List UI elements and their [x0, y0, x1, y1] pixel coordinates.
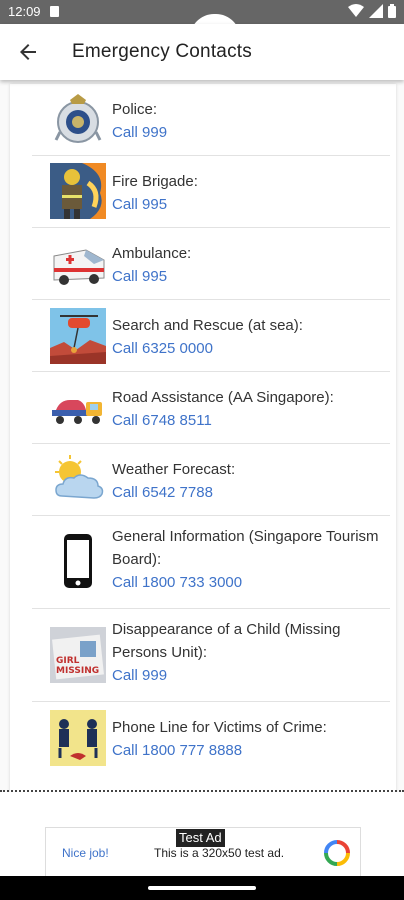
ambulance-icon: [53, 249, 105, 285]
call-link[interactable]: Call 995: [112, 193, 382, 216]
app-bar: Emergency Contacts: [0, 24, 404, 80]
contact-label: Phone Line for Victims of Crime:: [112, 719, 327, 736]
smartphone-icon: [64, 534, 92, 588]
call-link[interactable]: Call 999: [112, 121, 382, 144]
contacts-card: Police: Call 999 Fire Brigade: Call 995: [10, 84, 396, 794]
status-bar: 12:09: [0, 0, 404, 38]
home-handle[interactable]: [148, 886, 256, 890]
ad-logo-icon: [324, 840, 350, 866]
contact-label: Disappearance of a Child (Missing Person…: [112, 621, 341, 661]
svg-text:MISSING: MISSING: [56, 666, 99, 676]
sim-card-icon: [50, 6, 59, 17]
firefighter-icon: [50, 163, 106, 219]
cell-signal-icon: [369, 4, 383, 18]
page-title: Emergency Contacts: [72, 41, 252, 62]
police-badge-icon: [54, 94, 102, 143]
helicopter-rescue-icon: [50, 308, 106, 364]
contact-label: Weather Forecast:: [112, 461, 236, 478]
missing-child-icon: GIRL MISSING: [50, 627, 106, 683]
contact-row-general-information[interactable]: General Information (Singapore Tourism B…: [32, 516, 390, 609]
call-link[interactable]: Call 1800 733 3000: [112, 571, 382, 594]
call-link[interactable]: Call 6542 7788: [112, 481, 382, 504]
ad-nice-job[interactable]: Nice job!: [62, 846, 109, 860]
contact-label: Road Assistance (AA Singapore):: [112, 389, 334, 406]
contact-row-fire-brigade[interactable]: Fire Brigade: Call 995: [32, 156, 390, 228]
call-link[interactable]: Call 999: [112, 664, 382, 687]
tow-truck-icon: [52, 400, 102, 424]
call-link[interactable]: Call 6748 8511: [112, 409, 382, 432]
contact-row-police[interactable]: Police: Call 999: [32, 84, 390, 156]
weather-sun-cloud-icon: [55, 455, 104, 499]
battery-icon: [388, 4, 396, 18]
contact-label: Ambulance:: [112, 245, 192, 262]
contact-row-weather[interactable]: Weather Forecast: Call 6542 7788: [32, 444, 390, 516]
contact-label: Police:: [112, 101, 158, 118]
ad-message: This is a 320x50 test ad.: [154, 846, 285, 860]
test-ad-badge: Test Ad: [176, 829, 225, 847]
contact-row-victims-of-crime[interactable]: Phone Line for Victims of Crime: Call 18…: [32, 702, 390, 773]
contact-row-ambulance[interactable]: Ambulance: Call 995: [32, 228, 390, 300]
svg-text:GIRL: GIRL: [56, 656, 80, 666]
contact-label: General Information (Singapore Tourism B…: [112, 528, 379, 568]
navigation-bar: [0, 876, 404, 900]
contact-row-road-assistance[interactable]: Road Assistance (AA Singapore): Call 674…: [32, 372, 390, 444]
call-link[interactable]: Call 995: [112, 265, 382, 288]
contact-row-search-rescue[interactable]: Search and Rescue (at sea): Call 6325 00…: [32, 300, 390, 372]
contact-label: Search and Rescue (at sea):: [112, 317, 303, 334]
call-link[interactable]: Call 6325 0000: [112, 337, 382, 360]
contact-row-missing-child[interactable]: GIRL MISSING Disappearance of a Child (M…: [32, 609, 390, 702]
call-link[interactable]: Call 1800 777 8888: [112, 739, 382, 762]
back-arrow-icon[interactable]: [16, 40, 40, 64]
wifi-icon: [348, 4, 364, 17]
contact-label: Fire Brigade:: [112, 173, 198, 190]
crime-scene-icon: [50, 710, 106, 766]
contacts-list: Police: Call 999 Fire Brigade: Call 995: [32, 84, 390, 773]
status-time: 12:09: [8, 4, 41, 19]
